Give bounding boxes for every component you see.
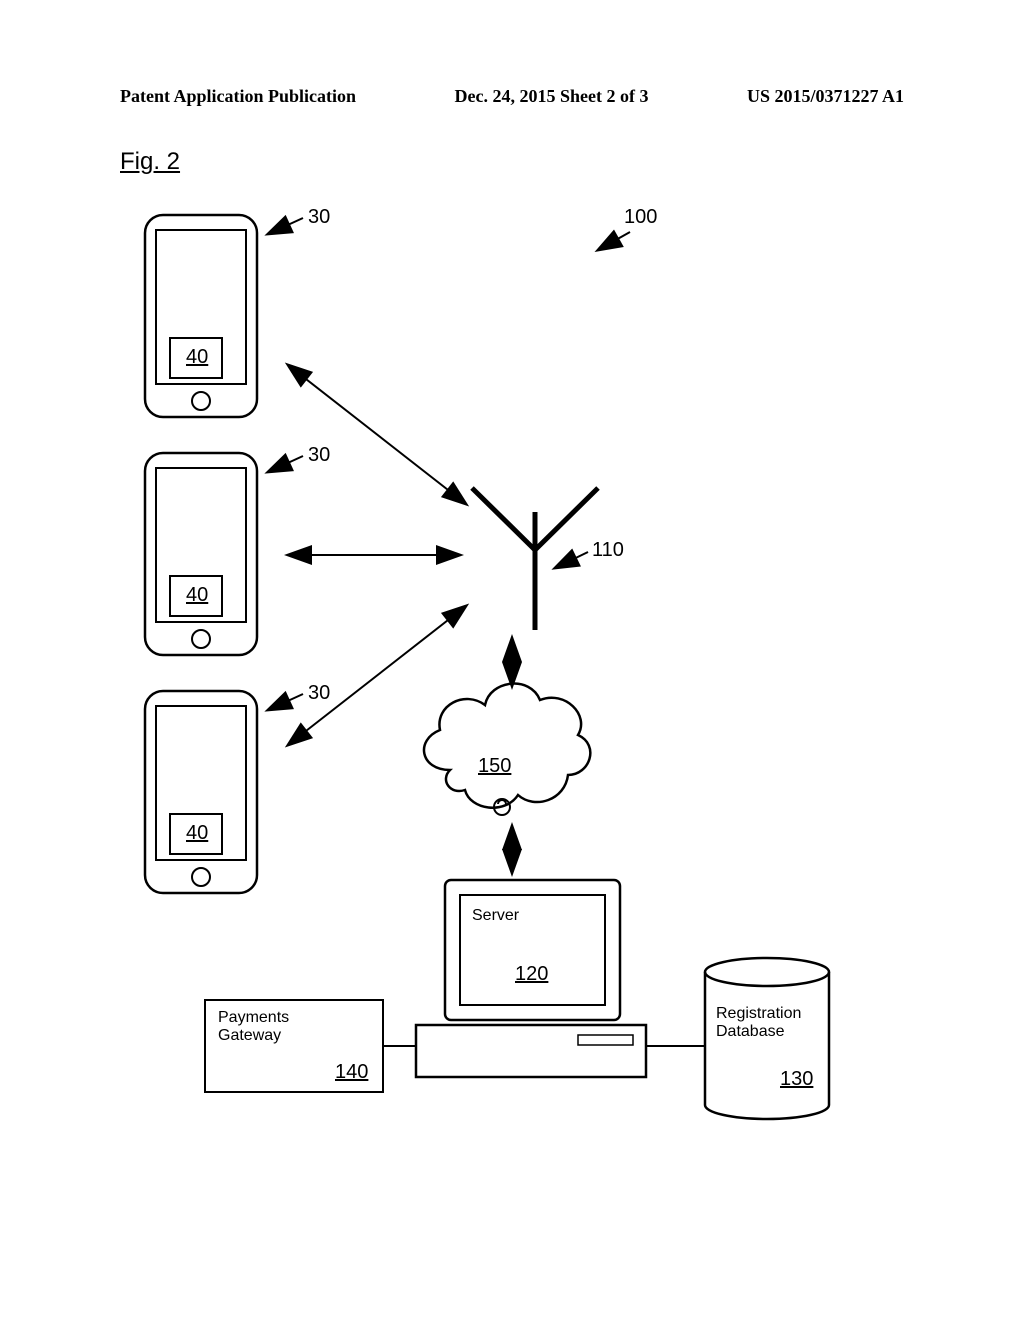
- ref-regdb: 130: [780, 1068, 813, 1090]
- ref-phone-3: 30: [308, 682, 330, 704]
- antenna-icon: [472, 488, 598, 630]
- cloud-icon: [424, 684, 590, 815]
- ref-card-3: 40: [186, 822, 208, 844]
- diagram-container: 40 30 40 30 40 30 100 110 150: [120, 210, 900, 1130]
- payments-label-line1: Payments: [218, 1009, 289, 1026]
- ref-system: 100: [624, 206, 657, 228]
- phone-device-2: [145, 453, 257, 655]
- figure-svg: 40 30 40 30 40 30 100 110 150: [120, 210, 900, 1130]
- ref-cloud: 150: [478, 755, 511, 777]
- ref-card-2: 40: [186, 584, 208, 606]
- ref-phone-2: 30: [308, 444, 330, 466]
- ref-card-1: 40: [186, 346, 208, 368]
- ref-server: 120: [515, 963, 548, 985]
- ref-antenna: 110: [592, 539, 624, 561]
- regdb-label-line2: Database: [716, 1023, 785, 1040]
- figure-label: Fig. 2: [120, 148, 180, 176]
- phone-device-3: [145, 691, 257, 893]
- header-right: US 2015/0371227 A1: [747, 86, 904, 107]
- regdb-label-line1: Registration: [716, 1005, 801, 1022]
- page-header: Patent Application Publication Dec. 24, …: [0, 86, 1024, 107]
- phone-device-1: [145, 215, 257, 417]
- server-label: Server: [472, 907, 520, 924]
- header-left: Patent Application Publication: [120, 86, 356, 107]
- ref-payments: 140: [335, 1061, 368, 1083]
- ref-phone-1: 30: [308, 206, 330, 228]
- header-center: Dec. 24, 2015 Sheet 2 of 3: [455, 86, 649, 107]
- payments-label-line2: Gateway: [218, 1027, 281, 1044]
